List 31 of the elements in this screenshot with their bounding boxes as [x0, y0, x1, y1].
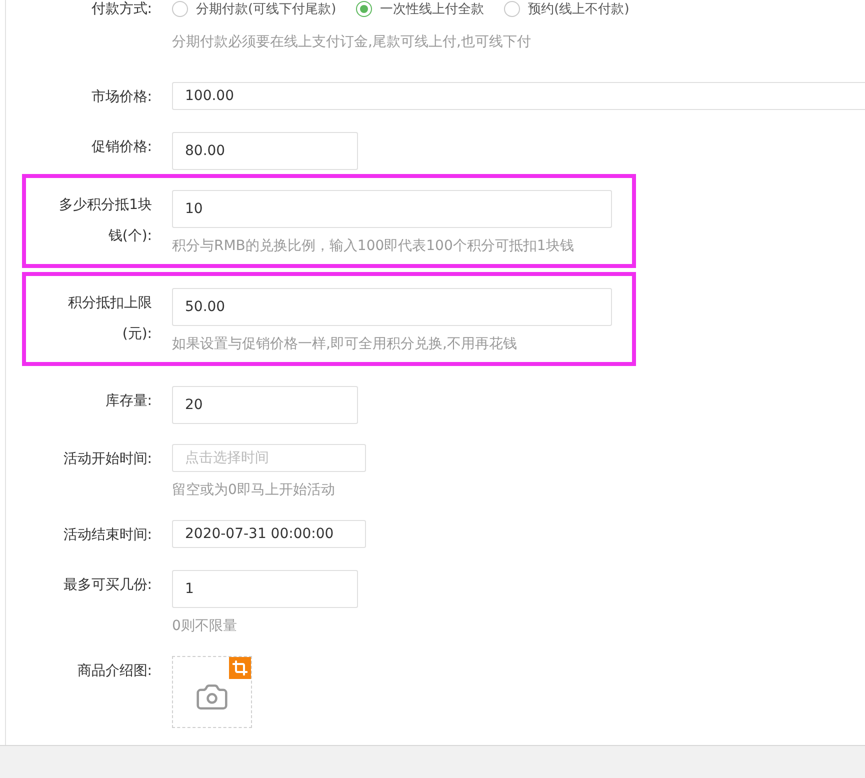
hint-text: 如果设置与促销价格一样,即可全用积分兑换,不用再花钱 — [172, 335, 518, 354]
input-field[interactable]: 20 — [172, 386, 358, 424]
date-field[interactable]: 2020-07-31 00:00:00 — [172, 520, 366, 548]
field-label: 付款方式: — [91, 0, 152, 19]
field-label: 多少积分抵1块钱(个): — [58, 196, 152, 246]
input-field[interactable]: 80.00 — [172, 132, 358, 170]
input-field[interactable]: 10 — [172, 190, 612, 228]
radio-option[interactable]: 分期付款(可线下付尾款) — [172, 0, 336, 18]
hint-text: 积分与RMB的兑换比例，输入100即代表100个积分可抵扣1块钱 — [172, 237, 575, 256]
radio-icon[interactable] — [172, 1, 188, 17]
input-field[interactable]: 1 — [172, 570, 358, 608]
date-field[interactable]: 点击选择时间 — [172, 444, 366, 472]
radio-icon[interactable] — [504, 1, 520, 17]
field-label: 活动开始时间: — [63, 450, 152, 469]
hint-text: 分期付款必须要在线上支付订金,尾款可线上付,也可线下付 — [172, 33, 532, 52]
field-label: 积分抵扣上限(元): — [67, 294, 152, 344]
input-field[interactable]: 100.00 — [172, 82, 865, 110]
hint-text: 0则不限量 — [172, 617, 238, 636]
field-label: 库存量: — [105, 392, 152, 411]
image-upload[interactable] — [172, 656, 252, 728]
radio-option[interactable]: 预约(线上不付款) — [504, 0, 630, 18]
field-label: 促销价格: — [91, 138, 152, 157]
input-field[interactable]: 50.00 — [172, 288, 612, 326]
field-label: 商品介绍图: — [77, 662, 152, 681]
radio-icon[interactable] — [356, 1, 372, 17]
crop-icon[interactable] — [229, 657, 251, 679]
radio-option[interactable]: 一次性线上付全款 — [356, 0, 484, 18]
field-label: 最多可买几份: — [63, 576, 152, 595]
hint-text: 留空或为0即马上开始活动 — [172, 481, 336, 500]
field-label: 活动结束时间: — [63, 526, 152, 545]
field-label: 市场价格: — [91, 88, 152, 107]
